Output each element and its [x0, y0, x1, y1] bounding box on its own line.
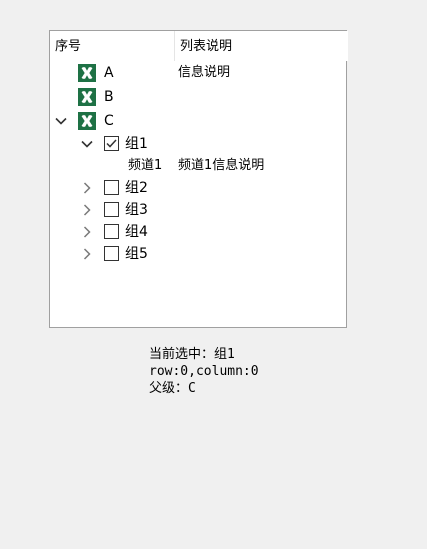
checkbox-unchecked[interactable]: [104, 180, 119, 195]
excel-icon: [78, 64, 96, 82]
tree-item-description: 频道1信息说明: [178, 158, 265, 173]
tree-row-a[interactable]: A 信息说明: [50, 62, 348, 84]
tree-row-group5[interactable]: 组5: [50, 243, 348, 265]
chevron-down-icon[interactable]: [53, 113, 69, 129]
excel-icon: [78, 88, 96, 106]
tree-row-b[interactable]: B: [50, 86, 348, 108]
column-header-index[interactable]: 序号: [50, 31, 175, 61]
chevron-right-icon[interactable]: [79, 180, 95, 196]
row-column-text: row:0,column:0: [149, 364, 259, 379]
current-selection-text: 当前选中：组1: [149, 347, 235, 362]
column-header-description[interactable]: 列表说明: [175, 31, 347, 61]
chevron-right-icon[interactable]: [79, 224, 95, 240]
tree-item-label: 组2: [125, 180, 148, 196]
tree-header: 序号 列表说明: [50, 31, 348, 61]
tree-row-c[interactable]: C: [50, 110, 348, 132]
parent-text: 父级：C: [149, 381, 196, 396]
tree-item-label: B: [104, 89, 114, 105]
chevron-down-icon[interactable]: [79, 136, 95, 152]
tree-item-label: 频道1: [128, 158, 163, 173]
tree-widget[interactable]: 序号 列表说明 A 信息说明 B C 组1 频道1 频道1信息说明 组2 组3 …: [49, 30, 348, 328]
tree-item-label: 组3: [125, 202, 148, 218]
tree-row-channel1[interactable]: 频道1 频道1信息说明: [50, 155, 348, 177]
tree-item-label: C: [104, 113, 114, 129]
tree-item-label: 组5: [125, 246, 148, 262]
checkbox-unchecked[interactable]: [104, 202, 119, 217]
tree-row-group3[interactable]: 组3: [50, 199, 348, 221]
excel-icon: [78, 112, 96, 130]
chevron-right-icon[interactable]: [79, 202, 95, 218]
checkbox-unchecked[interactable]: [104, 246, 119, 261]
selection-info: 当前选中：组1 row:0,column:0 父级：C: [149, 346, 259, 397]
tree-row-group4[interactable]: 组4: [50, 221, 348, 243]
tree-item-label: 组1: [125, 136, 148, 152]
checkbox-checked[interactable]: [104, 136, 119, 151]
chevron-right-icon[interactable]: [79, 246, 95, 262]
tree-row-group2[interactable]: 组2: [50, 177, 348, 199]
tree-item-label: 组4: [125, 224, 148, 240]
tree-item-description: 信息说明: [178, 65, 231, 80]
tree-item-label: A: [104, 65, 114, 81]
checkbox-unchecked[interactable]: [104, 224, 119, 239]
tree-row-group1[interactable]: 组1: [50, 133, 348, 155]
